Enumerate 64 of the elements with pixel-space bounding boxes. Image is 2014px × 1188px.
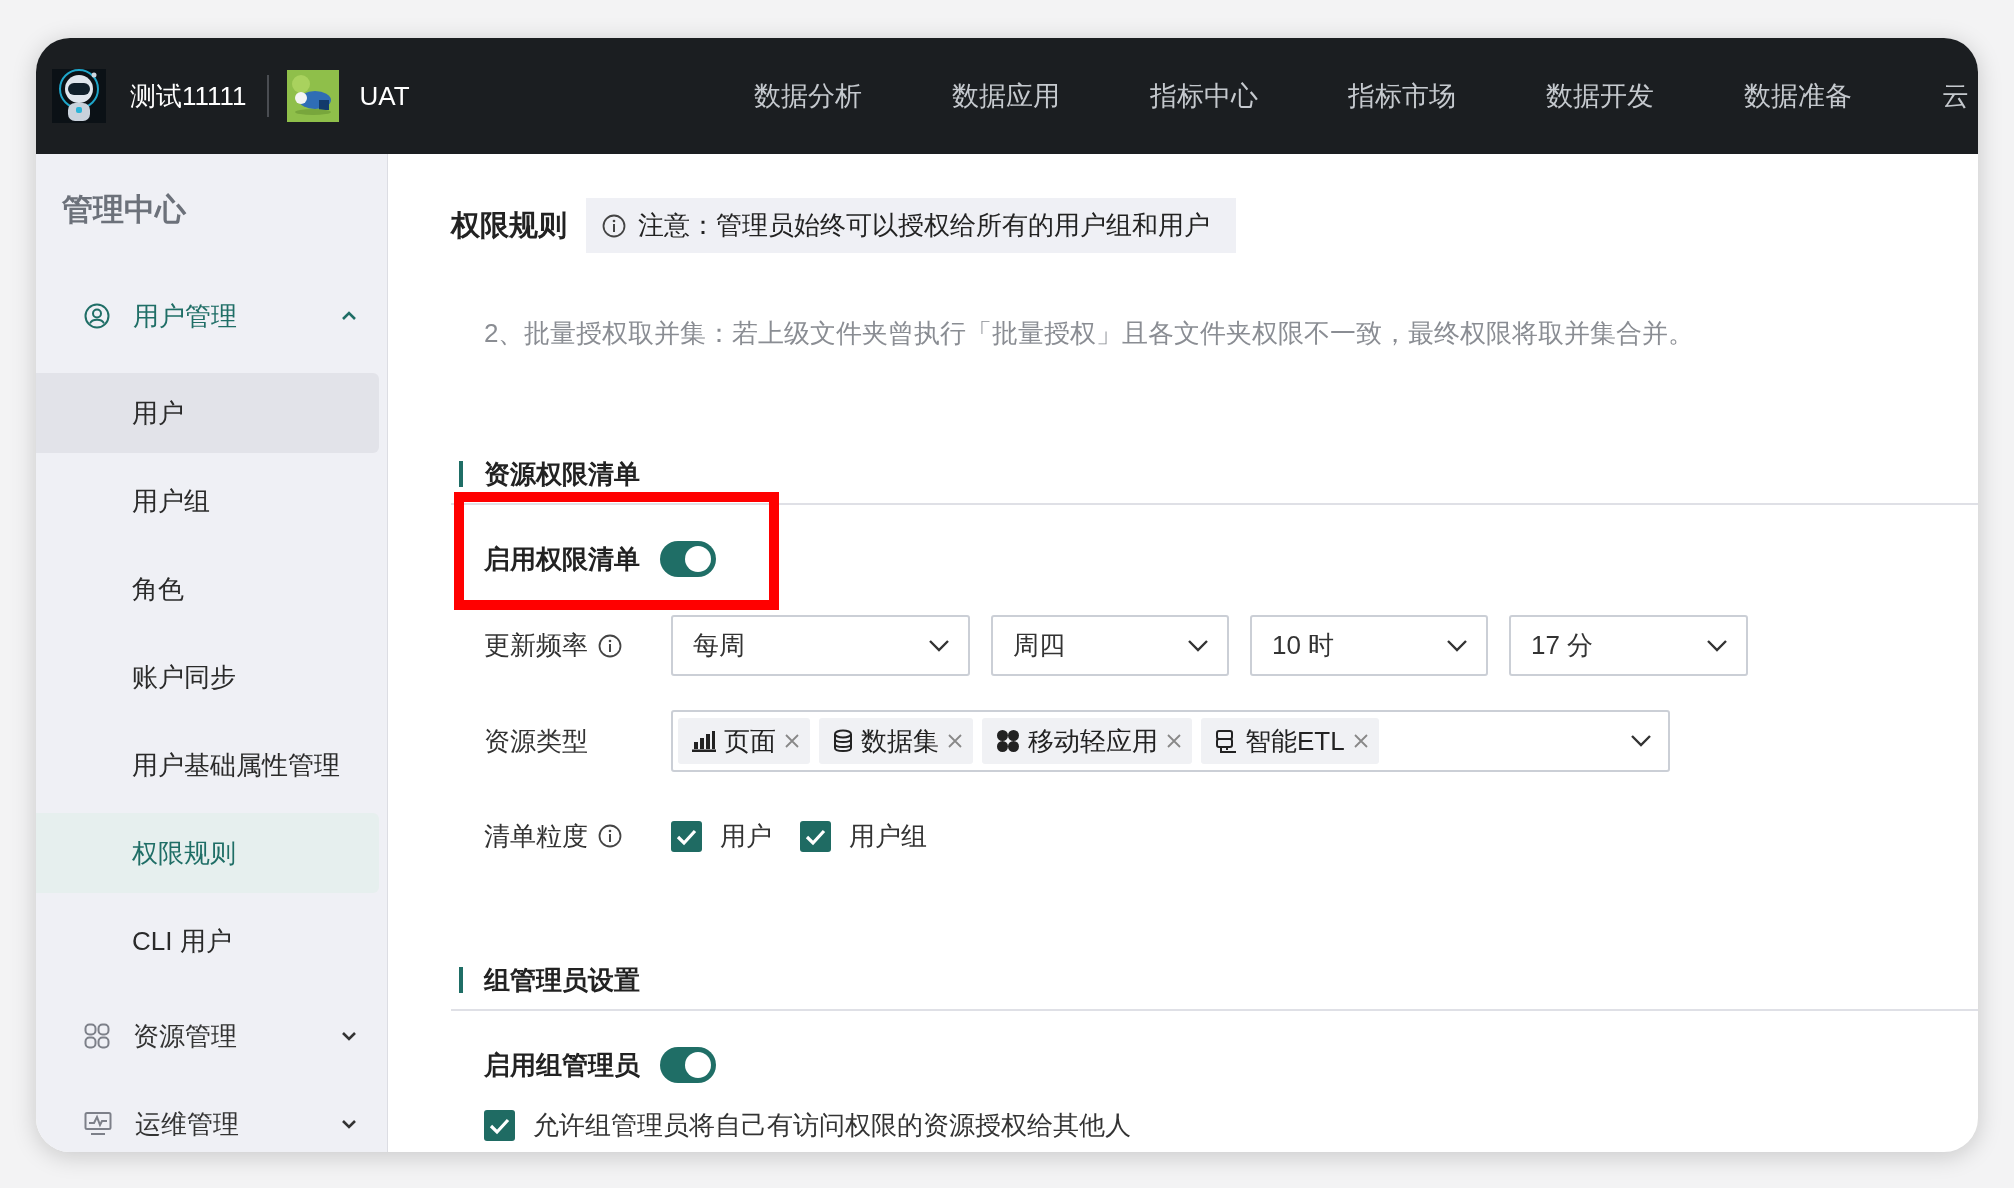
sidebar-item[interactable]: 账户同步: [36, 637, 379, 717]
chevron-down-icon: [1630, 734, 1652, 748]
section-title: 资源权限清单: [484, 457, 640, 491]
field-label: 资源类型: [484, 724, 588, 758]
checkbox[interactable]: [484, 1109, 515, 1141]
dropdown[interactable]: 17 分: [1509, 615, 1748, 676]
checkbox[interactable]: [671, 820, 702, 852]
nav-link[interactable]: 数据开发: [1545, 78, 1654, 114]
tag-label: 页面: [724, 724, 776, 758]
section-title: 组管理员设置: [484, 963, 640, 997]
sidebar-item[interactable]: 用户基础属性管理: [36, 725, 379, 805]
close-icon[interactable]: [947, 733, 963, 749]
nav-link[interactable]: 指标市场: [1347, 78, 1456, 114]
monitor-icon: [84, 1111, 112, 1137]
chevron-down-icon: [1446, 638, 1468, 653]
database-icon: [833, 729, 853, 753]
dropdown[interactable]: 每周: [671, 615, 970, 676]
info-icon: [602, 213, 626, 238]
sidebar-title: 管理中心: [62, 191, 187, 229]
field-label: 清单粒度: [484, 819, 588, 853]
four-circles-icon: [996, 729, 1020, 753]
project-name[interactable]: UAT: [359, 80, 410, 112]
nav-link[interactable]: 数据准备: [1743, 78, 1852, 114]
checkbox-label: 允许组管理员将自己有访问权限的资源授权给其他人: [533, 1108, 1131, 1142]
tag-label: 移动轻应用: [1028, 724, 1158, 758]
sidebar-item[interactable]: CLI 用户: [36, 901, 379, 981]
toggle-switch[interactable]: [660, 541, 716, 577]
nav-link[interactable]: 数据应用: [951, 78, 1060, 114]
tag-label: 数据集: [861, 724, 939, 758]
dropdown[interactable]: 周四: [991, 615, 1229, 676]
grid-icon: [84, 1023, 110, 1049]
sidebar-item[interactable]: 角色: [36, 549, 379, 629]
dropdown[interactable]: 10 时: [1250, 615, 1488, 676]
rule-note: 2、批量授权取并集：若上级文件夹曾执行「批量授权」且各文件夹权限不一致，最终权限将取并集合并。: [484, 318, 1696, 348]
workspace-name[interactable]: 测试11111: [130, 78, 247, 114]
nav-link[interactable]: 指标中心: [1149, 78, 1258, 114]
page-title: 权限规则: [451, 207, 567, 243]
checkbox-label: 用户组: [849, 819, 927, 853]
bar-chart-icon: [692, 730, 716, 752]
sidebar-group[interactable]: 资源管理: [36, 1006, 387, 1066]
chevron-down-icon: [1187, 638, 1209, 653]
field-label: 启用权限清单: [484, 542, 640, 576]
notice-text: 注意：管理员始终可以授权给所有的用户组和用户: [638, 209, 1210, 242]
checkbox-label: 用户: [720, 819, 772, 853]
checkbox[interactable]: [800, 820, 831, 852]
chevron-down-icon: [928, 638, 950, 653]
server-icon: [1215, 729, 1237, 753]
field-label: 启用组管理员: [484, 1048, 640, 1082]
user-icon: [84, 303, 110, 329]
nav-link[interactable]: 数据分析: [753, 78, 862, 114]
close-icon[interactable]: [1166, 733, 1182, 749]
sidebar-group[interactable]: 用户管理: [36, 286, 387, 346]
field-label: 更新频率: [484, 629, 588, 662]
multi-select[interactable]: 页面 数据集 移动轻应用 智能ETL: [671, 710, 1670, 772]
nav-link[interactable]: 云: [1941, 78, 1969, 114]
close-icon[interactable]: [784, 733, 800, 749]
sidebar-item[interactable]: 用户组: [36, 461, 379, 541]
tag-label: 智能ETL: [1245, 724, 1345, 758]
toggle-switch[interactable]: [660, 1047, 716, 1083]
sidebar-group[interactable]: 运维管理: [36, 1094, 387, 1152]
sidebar-item[interactable]: 用户: [36, 373, 379, 453]
close-icon[interactable]: [1352, 733, 1369, 749]
sidebar-item[interactable]: 权限规则: [36, 813, 379, 893]
chevron-down-icon: [1706, 638, 1728, 653]
